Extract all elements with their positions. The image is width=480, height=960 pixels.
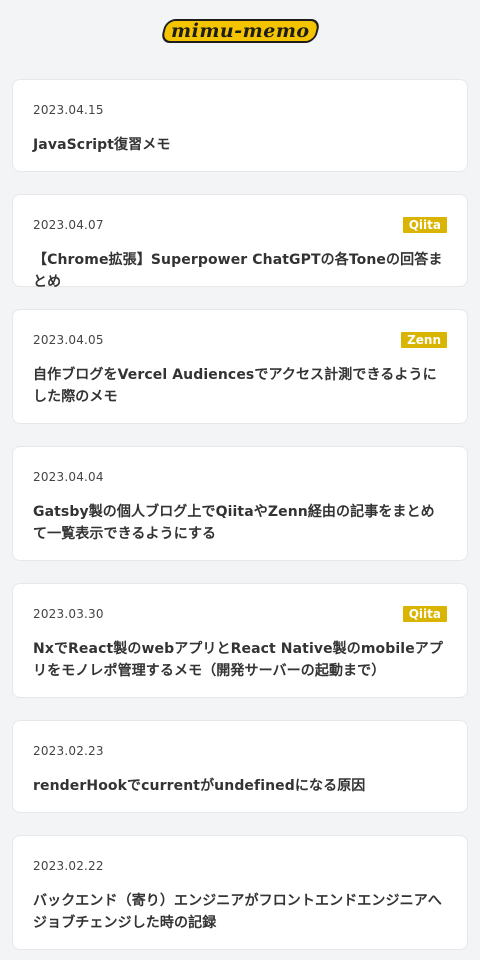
post-list: 2023.04.15 JavaScript復習メモ 2023.04.07 Qii…	[12, 79, 468, 950]
page: mimu-memo 2023.04.15 JavaScript復習メモ 2023…	[0, 0, 480, 960]
post-meta: 2023.04.05 Zenn	[33, 332, 447, 348]
post-card[interactable]: 2023.04.15 JavaScript復習メモ	[12, 79, 468, 172]
source-badge-zenn: Zenn	[401, 332, 447, 348]
source-badge-qiita: Qiita	[402, 606, 447, 622]
post-card[interactable]: 2023.03.30 Qiita NxでReact製のwebアプリとReact …	[12, 583, 468, 698]
post-meta: 2023.03.30 Qiita	[33, 606, 447, 622]
post-card[interactable]: 2023.04.07 Qiita 【Chrome拡張】Superpower Ch…	[12, 194, 468, 290]
post-title[interactable]: 【Chrome拡張】Superpower ChatGPTの各Toneの回答まとめ	[33, 249, 447, 293]
post-title[interactable]: JavaScript復習メモ	[33, 134, 447, 156]
post-meta: 2023.02.22	[33, 858, 447, 874]
post-title[interactable]: Gatsby製の個人ブログ上でQiitaやZenn経由の記事をまとめて一覧表示で…	[33, 501, 447, 545]
post-date: 2023.04.04	[33, 470, 104, 484]
post-meta: 2023.04.07 Qiita	[33, 217, 447, 233]
source-badge-qiita: Qiita	[402, 217, 447, 233]
post-date: 2023.03.30	[33, 607, 104, 621]
site-logo[interactable]: mimu-memo	[159, 19, 321, 43]
post-meta: 2023.04.04	[33, 469, 447, 485]
post-title[interactable]: 自作ブログをVercel Audiencesでアクセス計測できるようにした際のメ…	[33, 364, 447, 408]
post-date: 2023.02.23	[33, 744, 104, 758]
post-card[interactable]: 2023.04.05 Zenn 自作ブログをVercel Audiencesでア…	[12, 309, 468, 424]
post-card[interactable]: 2023.04.04 Gatsby製の個人ブログ上でQiitaやZenn経由の記…	[12, 446, 468, 561]
post-card[interactable]: 2023.02.22 バックエンド（寄り）エンジニアがフロントエンドエンジニアへ…	[12, 835, 468, 950]
post-title[interactable]: renderHookでcurrentがundefinedになる原因	[33, 775, 447, 797]
post-meta: 2023.04.15	[33, 102, 447, 118]
post-date: 2023.02.22	[33, 859, 104, 873]
site-logo-text: mimu-memo	[170, 20, 310, 42]
post-date: 2023.04.15	[33, 103, 104, 117]
post-title[interactable]: NxでReact製のwebアプリとReact Native製のmobileアプリ…	[33, 638, 447, 682]
post-title[interactable]: バックエンド（寄り）エンジニアがフロントエンドエンジニアへジョブチェンジした時の…	[33, 890, 447, 934]
post-date: 2023.04.07	[33, 218, 104, 232]
post-date: 2023.04.05	[33, 333, 104, 347]
post-meta: 2023.02.23	[33, 743, 447, 759]
site-header: mimu-memo	[0, 0, 480, 68]
post-card[interactable]: 2023.02.23 renderHookでcurrentがundefinedに…	[12, 720, 468, 813]
